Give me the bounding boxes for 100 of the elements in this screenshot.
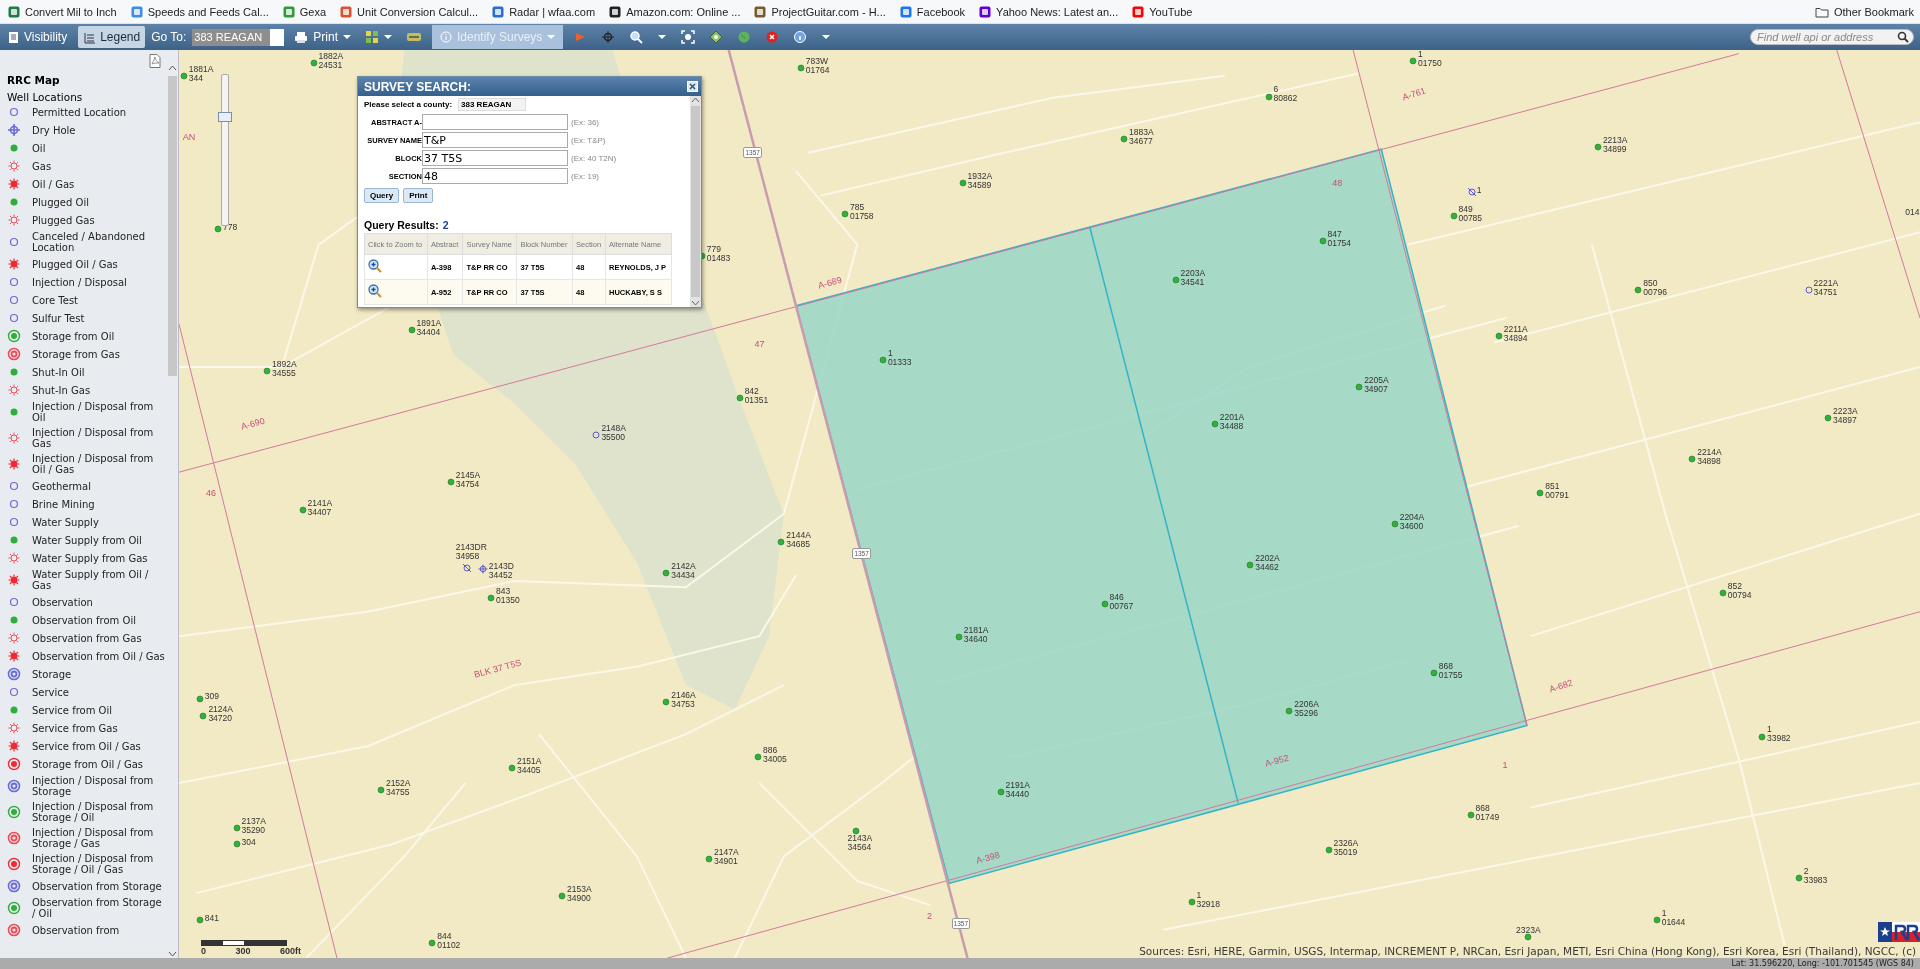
stop-icon[interactable] — [765, 30, 780, 44]
well-dot-icon[interactable] — [777, 537, 786, 546]
close-icon[interactable] — [687, 81, 698, 92]
bookmark-link[interactable]: Yahoo News: Latest an... — [979, 5, 1119, 18]
well-dot-icon[interactable] — [1318, 236, 1327, 245]
well-dot-icon[interactable] — [377, 786, 385, 795]
well-dot-icon[interactable] — [996, 787, 1005, 796]
caret-icon[interactable] — [691, 96, 700, 104]
well-dot-icon[interactable] — [199, 711, 208, 720]
input-field[interactable]: 48 — [422, 168, 568, 184]
flag-logo-icon[interactable] — [1878, 920, 1920, 944]
well-dot-icon[interactable] — [195, 916, 204, 925]
well-dot-icon[interactable] — [1171, 276, 1180, 285]
bookmark-link[interactable]: ProjectGuitar.com - H... — [754, 5, 886, 18]
scroll-thumb[interactable] — [691, 106, 700, 297]
well-dot-icon[interactable] — [735, 393, 744, 402]
well-dot-icon[interactable] — [1355, 382, 1364, 391]
county-dropdown[interactable]: 383 REAGAN — [458, 98, 527, 111]
well-dot-icon[interactable] — [1409, 57, 1418, 65]
well-dot-icon[interactable] — [1324, 846, 1333, 855]
bookmark-link[interactable]: Speeds and Feeds Cal... — [130, 5, 269, 18]
zoom-in-icon[interactable] — [368, 259, 382, 273]
well-dot-icon[interactable] — [407, 326, 416, 335]
well-dot-icon[interactable] — [958, 179, 967, 188]
pdf-icon[interactable] — [149, 54, 161, 68]
well-dot-icon[interactable] — [309, 59, 318, 68]
well-dot-icon[interactable] — [1688, 454, 1697, 463]
bookmark-folder[interactable]: Other Bookmark — [1814, 5, 1914, 18]
well-dot-icon[interactable] — [1100, 600, 1109, 609]
caret-icon[interactable] — [168, 64, 177, 72]
well-dot-icon[interactable] — [852, 826, 861, 835]
query-button[interactable]: Query — [364, 188, 400, 203]
well-dot-icon[interactable] — [662, 698, 671, 707]
well-dot-icon[interactable] — [428, 939, 437, 948]
well-dot-icon[interactable] — [1120, 135, 1129, 144]
well-dot-icon[interactable] — [796, 64, 805, 73]
well-dot-icon[interactable] — [1210, 420, 1219, 429]
scroll-thumb[interactable] — [168, 76, 177, 376]
well-dot-icon[interactable] — [662, 568, 671, 577]
well-dot-icon[interactable] — [1536, 489, 1545, 497]
panel-tab[interactable]: Visibility — [2, 26, 73, 48]
ring-icon[interactable] — [1804, 285, 1813, 294]
well-dot-icon[interactable] — [446, 477, 455, 486]
bookmark-link[interactable]: Convert Mil to Inch — [8, 5, 117, 18]
caret-icon[interactable] — [691, 299, 700, 307]
well-dot-icon[interactable] — [1429, 668, 1438, 677]
well-dot-icon[interactable] — [232, 840, 241, 849]
well-dot-icon[interactable] — [298, 506, 307, 515]
layers-icon[interactable] — [406, 30, 422, 44]
well-dot-icon[interactable] — [841, 209, 850, 218]
well-dot-icon[interactable] — [1758, 732, 1767, 741]
search-icon[interactable] — [1897, 31, 1909, 43]
well-dot-icon[interactable] — [705, 854, 714, 863]
slashed-ring-icon[interactable] — [461, 562, 472, 573]
well-dot-icon[interactable] — [1264, 92, 1273, 101]
crossed-ring-icon[interactable] — [477, 563, 488, 574]
bookmark-link[interactable]: Unit Conversion Calcul... — [340, 5, 479, 18]
well-dot-icon[interactable] — [1594, 142, 1602, 151]
well-dot-icon[interactable] — [195, 694, 204, 703]
well-dot-icon[interactable] — [214, 224, 223, 233]
well-dot-icon[interactable] — [487, 594, 496, 603]
fullscreen-icon[interactable] — [681, 30, 696, 44]
well-dot-icon[interactable] — [1494, 332, 1503, 341]
search-icon[interactable] — [629, 30, 644, 44]
well-dot-icon[interactable] — [1652, 916, 1661, 925]
well-dot-icon[interactable] — [1794, 874, 1803, 883]
crosshair-icon[interactable] — [601, 30, 616, 44]
bookmark-link[interactable]: Amazon.com: Online ... — [609, 5, 741, 18]
well-dot-icon[interactable] — [1246, 561, 1255, 570]
well-dot-icon[interactable] — [754, 753, 763, 762]
print-button[interactable]: Print — [403, 188, 434, 203]
well-dot-icon[interactable] — [1449, 212, 1458, 221]
well-dot-icon[interactable] — [179, 71, 188, 80]
well-dot-icon[interactable] — [263, 366, 272, 375]
print-button[interactable]: Print — [290, 26, 355, 48]
well-dot-icon[interactable] — [1718, 589, 1727, 598]
well-dot-icon[interactable] — [954, 633, 963, 642]
bookmark-link[interactable]: YouTube — [1132, 5, 1193, 18]
caret-icon[interactable] — [168, 950, 177, 958]
gps-icon[interactable] — [709, 30, 724, 44]
slider-thumb[interactable] — [218, 111, 232, 122]
well-dot-icon[interactable] — [1634, 285, 1643, 294]
help-icon[interactable] — [793, 30, 808, 44]
well-dot-icon[interactable] — [1390, 519, 1399, 528]
bookmark-link[interactable]: Facebook — [899, 5, 966, 18]
globe-icon[interactable] — [737, 30, 752, 44]
scrollbar[interactable] — [690, 96, 701, 307]
bookmark-link[interactable]: Radar | wfaa.com — [492, 5, 596, 18]
well-dot-icon[interactable] — [1466, 810, 1475, 819]
ring-icon[interactable] — [592, 431, 601, 440]
input-field[interactable]: 37 T5S — [422, 150, 568, 166]
well-dot-icon[interactable] — [1524, 933, 1533, 942]
well-dot-icon[interactable] — [558, 891, 567, 900]
well-dot-icon[interactable] — [1187, 897, 1196, 906]
well-dot-icon[interactable] — [508, 764, 516, 773]
zoom-in-icon[interactable] — [368, 284, 382, 298]
input-field[interactable] — [422, 114, 568, 130]
panel-tab[interactable]: Legend — [78, 26, 146, 48]
slashed-ring-icon[interactable] — [1466, 186, 1477, 197]
well-dot-icon[interactable] — [1824, 414, 1833, 423]
